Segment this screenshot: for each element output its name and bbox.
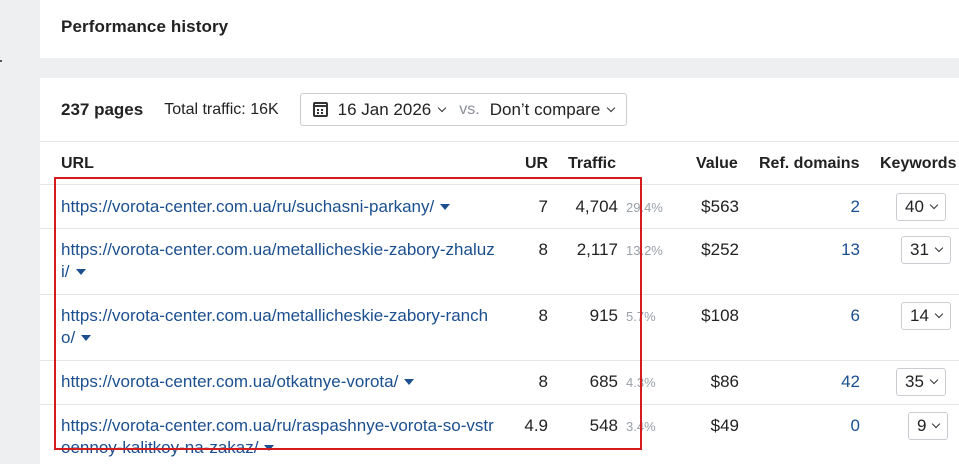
page-url-link[interactable]: https://vorota-center.com.ua/ru/suchasni… xyxy=(61,196,501,218)
ur-value: 8 xyxy=(538,372,548,391)
ref-domains-link[interactable]: 13 xyxy=(800,240,860,260)
table-header: URL UR Traffic Value Ref. domains Keywor… xyxy=(40,141,959,185)
chevron-down-icon xyxy=(932,419,941,429)
caret-down-icon[interactable] xyxy=(264,445,275,451)
value-amount: $49 xyxy=(710,416,739,435)
page-url-link[interactable]: https://vorota-center.com.ua/otkatnye-vo… xyxy=(61,371,501,393)
column-url[interactable]: URL xyxy=(61,155,94,173)
ref-domains-link[interactable]: 6 xyxy=(800,306,860,326)
selected-date: 16 Jan 2026 xyxy=(337,99,432,119)
ref-domains-link[interactable]: 42 xyxy=(800,372,860,392)
column-ur[interactable]: UR xyxy=(525,155,548,173)
chevron-down-icon xyxy=(929,200,939,210)
traffic-percent: 29.4% xyxy=(626,200,663,215)
value-amount: $563 xyxy=(701,197,739,216)
ur-value: 8 xyxy=(538,306,548,325)
traffic-percent: 13.2% xyxy=(626,243,663,258)
date-compare-picker[interactable]: 16 Jan 2026 vs. Don’t compare xyxy=(299,93,628,126)
chevron-down-icon xyxy=(438,103,447,112)
ur-value: 4.9 xyxy=(524,416,548,435)
compare-select[interactable]: Don’t compare xyxy=(490,100,601,120)
sidebar-marker xyxy=(0,60,2,62)
keywords-dropdown[interactable]: 40 xyxy=(896,193,946,221)
chevron-down-icon xyxy=(607,103,616,112)
caret-down-icon[interactable] xyxy=(81,335,92,341)
table-row: https://vorota-center.com.ua/ru/raspashn… xyxy=(40,405,959,464)
page-url-link[interactable]: https://vorota-center.com.ua/metalliches… xyxy=(61,239,501,283)
section-title: Performance history xyxy=(61,17,229,36)
traffic-value: 4,704 xyxy=(575,197,618,216)
traffic-percent: 4.3% xyxy=(626,375,656,390)
chevron-down-icon xyxy=(934,243,944,253)
value-amount: $86 xyxy=(710,372,739,391)
performance-history-card: Performance history xyxy=(40,0,959,58)
value-amount: $252 xyxy=(701,240,739,259)
traffic-percent: 5.7% xyxy=(626,309,656,324)
total-traffic: Total traffic: 16K xyxy=(164,100,279,118)
value-amount: $108 xyxy=(701,306,739,325)
page-url-link[interactable]: https://vorota-center.com.ua/metalliches… xyxy=(61,305,501,349)
vs-label: vs. xyxy=(459,100,480,118)
caret-down-icon[interactable] xyxy=(404,379,415,385)
traffic-value: 548 xyxy=(589,416,618,435)
traffic-value: 2,117 xyxy=(576,240,618,259)
column-ref-domains[interactable]: Ref. domains xyxy=(759,155,859,173)
keywords-dropdown[interactable]: 9 xyxy=(908,412,949,440)
traffic-value: 915 xyxy=(589,306,618,325)
ur-value: 8 xyxy=(538,240,548,259)
pages-table-card: 237 pages Total traffic: 16K 16 Jan 2026… xyxy=(40,78,959,464)
keywords-dropdown[interactable]: 14 xyxy=(901,302,951,330)
caret-down-icon[interactable] xyxy=(440,204,451,210)
calendar-icon xyxy=(312,102,328,117)
left-sidebar-strip xyxy=(0,0,40,464)
ur-value: 7 xyxy=(538,197,548,216)
traffic-percent: 3.4% xyxy=(626,419,656,434)
caret-down-icon[interactable] xyxy=(75,269,86,275)
traffic-value: 685 xyxy=(589,372,618,391)
table-row: https://vorota-center.com.ua/metalliches… xyxy=(40,229,959,295)
table-toolbar: 237 pages Total traffic: 16K 16 Jan 2026… xyxy=(61,93,628,126)
table-row: https://vorota-center.com.ua/otkatnye-vo… xyxy=(40,361,959,405)
keywords-dropdown[interactable]: 35 xyxy=(896,368,946,396)
chevron-down-icon xyxy=(934,309,944,319)
ref-domains-link[interactable]: 2 xyxy=(800,197,860,217)
pages-count: 237 pages xyxy=(61,99,144,119)
keywords-dropdown[interactable]: 31 xyxy=(901,236,951,264)
column-traffic[interactable]: Traffic xyxy=(568,155,616,173)
chevron-down-icon xyxy=(929,375,939,385)
column-keywords[interactable]: Keywords xyxy=(880,155,956,173)
table-row: https://vorota-center.com.ua/ru/suchasni… xyxy=(40,185,959,229)
page-url-link[interactable]: https://vorota-center.com.ua/ru/raspashn… xyxy=(61,415,501,459)
column-value[interactable]: Value xyxy=(696,155,738,173)
table-row: https://vorota-center.com.ua/metalliches… xyxy=(40,295,959,361)
ref-domains-link[interactable]: 0 xyxy=(800,416,860,436)
